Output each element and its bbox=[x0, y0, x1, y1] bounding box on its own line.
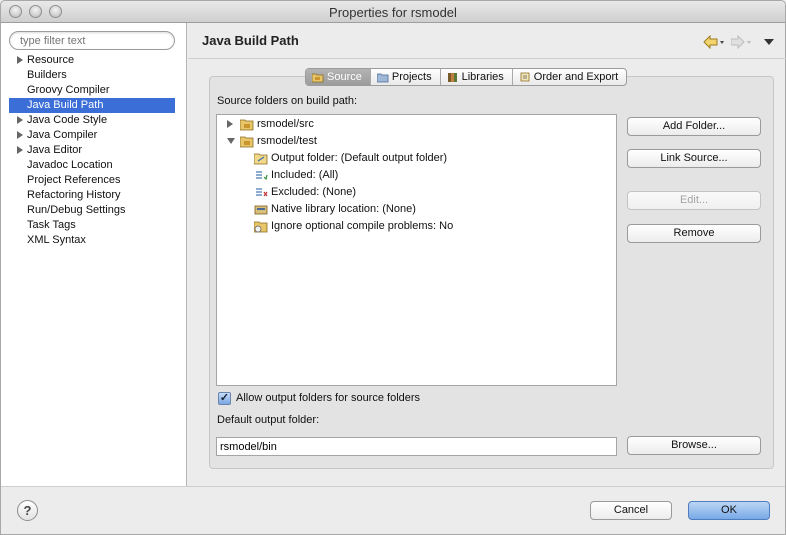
sidebar: Resource Builders Groovy Compiler Java B… bbox=[1, 23, 187, 486]
tab-order-and-export[interactable]: Order and Export bbox=[513, 69, 626, 85]
child-label: Excluded: (None) bbox=[271, 186, 356, 198]
source-folder-icon bbox=[240, 119, 254, 130]
native-library-icon bbox=[254, 205, 268, 214]
child-label: Native library location: (None) bbox=[271, 203, 416, 215]
sidebar-item-label: Builders bbox=[27, 69, 67, 81]
link-source-button[interactable]: Link Source... bbox=[627, 149, 761, 168]
tab-label: Projects bbox=[391, 71, 432, 83]
folder-label: rsmodel/test bbox=[257, 135, 317, 147]
list-item[interactable]: Native library location: (None) bbox=[254, 201, 416, 217]
sidebar-item-label: Refactoring History bbox=[27, 189, 121, 201]
build-path-tabs: Source Projects Libraries Order and Expo… bbox=[305, 68, 628, 86]
sidebar-tree: Resource Builders Groovy Compiler Java B… bbox=[9, 53, 175, 248]
ok-button[interactable]: OK bbox=[688, 501, 770, 520]
child-label: Output folder: (Default output folder) bbox=[271, 152, 448, 164]
excluded-filter-icon bbox=[256, 187, 268, 196]
edit-button[interactable]: Edit... bbox=[627, 191, 761, 210]
sidebar-item-label: Java Editor bbox=[27, 144, 83, 156]
tab-label: Libraries bbox=[461, 71, 504, 83]
child-label: Ignore optional compile problems: No bbox=[271, 220, 454, 232]
default-output-folder-field[interactable] bbox=[216, 437, 617, 456]
projects-icon bbox=[376, 73, 389, 82]
tab-label: Order and Export bbox=[533, 71, 619, 83]
sidebar-item-label: Groovy Compiler bbox=[27, 84, 110, 96]
sidebar-item-builders[interactable]: Builders bbox=[9, 68, 175, 83]
sidebar-item-groovy-compiler[interactable]: Groovy Compiler bbox=[9, 83, 175, 98]
libraries-icon bbox=[447, 72, 457, 82]
help-icon[interactable]: ? bbox=[17, 500, 38, 521]
tab-label: Source bbox=[327, 71, 362, 83]
sidebar-item-label: XML Syntax bbox=[27, 234, 86, 246]
source-folder-icon bbox=[240, 136, 254, 147]
sidebar-item-label: Run/Debug Settings bbox=[27, 204, 126, 216]
sidebar-item-label: Project References bbox=[27, 174, 121, 186]
properties-dialog: Properties for rsmodel Resource Builders… bbox=[0, 0, 786, 535]
sidebar-item-label: Java Build Path bbox=[27, 99, 104, 111]
list-item[interactable]: Output folder: (Default output folder) bbox=[254, 150, 447, 166]
child-label: Included: (All) bbox=[271, 169, 339, 181]
order-export-icon bbox=[520, 72, 530, 81]
sidebar-item-javadoc-location[interactable]: Javadoc Location bbox=[9, 158, 175, 173]
default-output-folder-label: Default output folder: bbox=[217, 414, 320, 426]
sidebar-item-java-compiler[interactable]: Java Compiler bbox=[9, 128, 175, 143]
list-item[interactable]: rsmodel/test bbox=[227, 133, 317, 149]
expand-arrow-icon[interactable] bbox=[227, 120, 233, 128]
sidebar-item-resource[interactable]: Resource bbox=[9, 53, 175, 68]
view-menu-icon[interactable] bbox=[764, 39, 774, 45]
forward-arrow-icon[interactable] bbox=[731, 35, 753, 49]
add-folder-button[interactable]: Add Folder... bbox=[627, 117, 761, 136]
sidebar-item-task-tags[interactable]: Task Tags bbox=[9, 218, 175, 233]
sidebar-item-project-references[interactable]: Project References bbox=[9, 173, 175, 188]
list-item[interactable]: rsmodel/src bbox=[227, 116, 314, 132]
sidebar-item-label: Java Compiler bbox=[27, 129, 98, 141]
sidebar-item-java-build-path[interactable]: Java Build Path bbox=[9, 98, 175, 113]
page-header: Java Build Path bbox=[188, 23, 786, 59]
sidebar-item-run-debug-settings[interactable]: Run/Debug Settings bbox=[9, 203, 175, 218]
list-item[interactable]: Included: (All) bbox=[254, 167, 338, 183]
sidebar-item-java-code-style[interactable]: Java Code Style bbox=[9, 113, 175, 128]
list-item[interactable]: Ignore optional compile problems: No bbox=[254, 218, 453, 234]
sidebar-item-refactoring-history[interactable]: Refactoring History bbox=[9, 188, 175, 203]
tab-projects[interactable]: Projects bbox=[371, 69, 441, 85]
sidebar-item-java-editor[interactable]: Java Editor bbox=[9, 143, 175, 158]
page-title: Java Build Path bbox=[202, 33, 299, 48]
source-folder-icon bbox=[312, 73, 324, 82]
expand-arrow-icon[interactable] bbox=[17, 146, 23, 154]
tab-source[interactable]: Source bbox=[306, 69, 371, 85]
sidebar-item-label: Resource bbox=[27, 54, 75, 66]
allow-output-folders-checkbox[interactable]: ✓ bbox=[218, 392, 231, 405]
cancel-button[interactable]: Cancel bbox=[590, 501, 672, 520]
back-arrow-icon[interactable] bbox=[703, 35, 725, 49]
source-folders-label: Source folders on build path: bbox=[217, 95, 358, 107]
included-filter-icon bbox=[256, 170, 268, 180]
filter-input[interactable] bbox=[9, 31, 175, 50]
sidebar-item-label: Task Tags bbox=[27, 219, 76, 231]
tab-libraries[interactable]: Libraries bbox=[441, 69, 513, 85]
expand-arrow-icon[interactable] bbox=[17, 116, 23, 124]
sidebar-item-xml-syntax[interactable]: XML Syntax bbox=[9, 233, 175, 248]
remove-button[interactable]: Remove bbox=[627, 224, 761, 243]
collapse-arrow-icon[interactable] bbox=[227, 138, 235, 144]
allow-output-folders-label: Allow output folders for source folders bbox=[236, 392, 421, 404]
output-folder-icon bbox=[254, 153, 268, 164]
sidebar-item-label: Java Code Style bbox=[27, 114, 108, 126]
sidebar-item-label: Javadoc Location bbox=[27, 159, 113, 171]
window-title: Properties for rsmodel bbox=[329, 5, 457, 20]
browse-button[interactable]: Browse... bbox=[627, 436, 761, 455]
expand-arrow-icon[interactable] bbox=[17, 131, 23, 139]
list-item[interactable]: Excluded: (None) bbox=[254, 184, 356, 200]
dialog-footer: ? Cancel OK bbox=[1, 486, 785, 534]
title-bar: Properties for rsmodel bbox=[1, 1, 785, 23]
expand-arrow-icon[interactable] bbox=[17, 56, 23, 64]
ignore-problems-icon bbox=[254, 221, 268, 232]
folder-label: rsmodel/src bbox=[257, 118, 314, 130]
main-pane: Java Build Path Source Projects Librarie… bbox=[188, 23, 786, 486]
source-folders-tree[interactable]: rsmodel/src rsmodel/test Output folder: … bbox=[216, 114, 617, 386]
